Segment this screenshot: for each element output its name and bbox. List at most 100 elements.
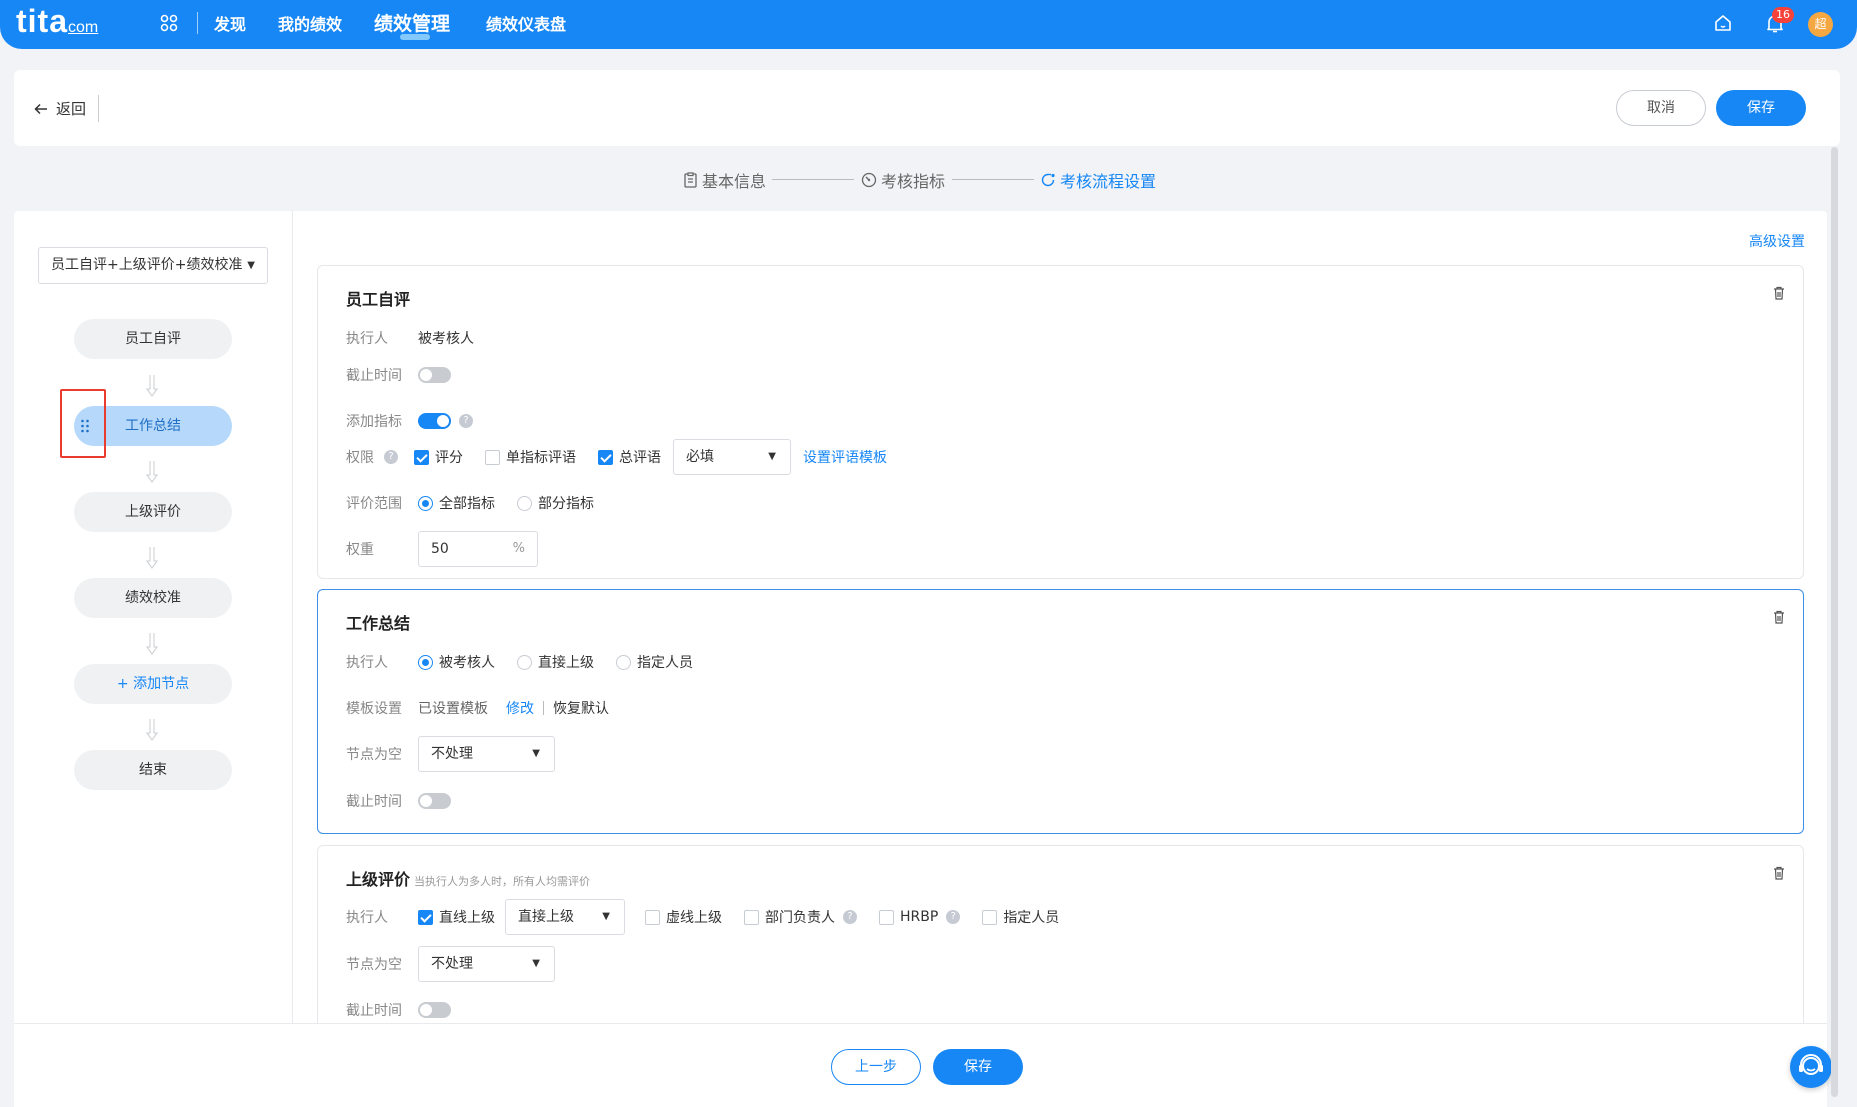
tita-logo[interactable]: titacom [16, 3, 98, 40]
direct-superior-checkbox[interactable]: 直线上级 [418, 907, 495, 927]
nav-discover[interactable]: 发现 [214, 11, 246, 35]
nav-dashboard[interactable]: 绩效仪表盘 [486, 11, 566, 35]
card-self-review: 员工自评 执行人 被考核人 截止时间 添加指标 ? 权限 ? 评分 单指标评语 … [317, 265, 1804, 579]
row-template: 模板设置 已设置模板 修改 恢复默认 [346, 690, 609, 726]
card-work-summary: 工作总结 执行人 被考核人 直接上级 指定人员 模板设置 已设置模板 修改 恢复… [317, 589, 1804, 834]
step-indicator: 基本信息 考核指标 考核流程设置 [0, 168, 1857, 192]
scope-all-radio[interactable]: 全部指标 [418, 493, 495, 513]
step-connector [772, 179, 854, 180]
header-separator [98, 95, 99, 122]
previous-step-button[interactable]: 上一步 [831, 1049, 921, 1085]
save-button[interactable]: 保存 [1716, 90, 1806, 126]
step-metrics[interactable]: 考核指标 [861, 168, 945, 192]
step-process-settings[interactable]: 考核流程设置 [1040, 168, 1156, 192]
add-metric-toggle[interactable] [418, 413, 451, 429]
scrollbar[interactable] [1831, 147, 1838, 1097]
deadline-toggle[interactable] [418, 1002, 451, 1018]
flow-node-self-review[interactable]: 员工自评 [74, 319, 232, 359]
trash-icon[interactable] [1773, 866, 1785, 880]
help-icon[interactable]: ? [384, 450, 398, 464]
perm-overall-comment-checkbox[interactable]: 总评语 [598, 447, 661, 467]
highlight-box [60, 389, 106, 458]
apps-icon[interactable] [160, 14, 178, 32]
cancel-button[interactable]: 取消 [1616, 90, 1706, 126]
executor-assessee-radio[interactable]: 被考核人 [418, 652, 495, 672]
footer-save-button[interactable]: 保存 [933, 1049, 1023, 1085]
dept-head-checkbox[interactable]: 部门负责人? [744, 907, 857, 927]
template-status: 已设置模板 [418, 701, 488, 717]
row-executor: 执行人 被考核人 直接上级 指定人员 [346, 644, 715, 680]
dotted-line-superior-checkbox[interactable]: 虚线上级 [645, 907, 722, 927]
help-icon[interactable]: ? [946, 910, 961, 924]
row-executor: 执行人 直线上级 直接上级 ▼ 虚线上级 部门负责人? HRBP? 指定人员 [346, 899, 1081, 935]
executor-designated-radio[interactable]: 指定人员 [616, 652, 693, 672]
empty-node-select[interactable]: 不处理 ▼ [418, 736, 555, 772]
card-title: 员工自评 [346, 290, 411, 309]
deadline-toggle[interactable] [418, 367, 451, 383]
restore-default-link[interactable]: 恢复默认 [553, 698, 609, 718]
flow-node-calibration[interactable]: 绩效校准 [74, 578, 232, 618]
avatar[interactable]: 超 [1808, 12, 1833, 37]
trash-icon[interactable] [1773, 610, 1785, 624]
arrow-down-icon [146, 461, 158, 483]
arrow-left-icon [34, 103, 47, 114]
advanced-settings-link[interactable]: 高级设置 [1749, 231, 1805, 251]
caret-down-icon: ▼ [247, 260, 255, 271]
active-nav-indicator [400, 34, 430, 40]
row-weight: 权重 50% [346, 531, 538, 567]
card-title: 上级评价 当执行人为多人时，所有人均需评价 [346, 870, 591, 889]
nav-my-performance[interactable]: 我的绩效 [278, 11, 342, 35]
help-icon[interactable]: ? [843, 910, 857, 924]
notification-badge: 16 [1772, 7, 1794, 23]
edit-template-link[interactable]: 修改 [506, 698, 534, 718]
deadline-toggle[interactable] [418, 793, 451, 809]
row-empty-node: 节点为空 不处理 ▼ [346, 736, 555, 772]
step-basic-info[interactable]: 基本信息 [683, 168, 766, 192]
link-separator [543, 701, 544, 715]
nav-separator [197, 12, 198, 34]
panel-divider [292, 211, 293, 1023]
help-icon[interactable]: ? [459, 414, 473, 428]
direct-superior-select[interactable]: 直接上级 ▼ [505, 899, 625, 935]
empty-node-select[interactable]: 不处理 ▼ [418, 946, 555, 982]
gauge-icon [861, 172, 877, 188]
scope-partial-radio[interactable]: 部分指标 [517, 493, 594, 513]
row-empty-node: 节点为空 不处理 ▼ [346, 946, 555, 982]
set-comment-template-link[interactable]: 设置评语模板 [803, 447, 887, 467]
home-icon[interactable] [1714, 14, 1732, 32]
back-button[interactable]: 返回 [34, 98, 86, 119]
arrow-down-icon [146, 547, 158, 569]
nav-performance-management[interactable]: 绩效管理 [374, 9, 450, 36]
flow-icon [1041, 173, 1055, 187]
row-scope: 评价范围 全部指标 部分指标 [346, 485, 616, 521]
card-superior-review: 上级评价 当执行人为多人时，所有人均需评价 执行人 直线上级 直接上级 ▼ 虚线上级… [317, 845, 1804, 1045]
perm-metric-comment-checkbox[interactable]: 单指标评语 [485, 447, 576, 467]
row-deadline: 截止时间 [346, 783, 451, 819]
row-executor: 执行人 被考核人 [346, 320, 474, 356]
customer-support-icon[interactable] [1790, 1046, 1832, 1088]
back-label: 返回 [56, 100, 87, 118]
trash-icon[interactable] [1773, 286, 1785, 300]
weight-input[interactable]: 50% [418, 531, 538, 567]
arrow-down-icon [146, 719, 158, 741]
top-navbar: titacom 发现 我的绩效 绩效管理 绩效仪表盘 16 超 [0, 0, 1857, 49]
step-connector [952, 179, 1034, 180]
hrbp-checkbox[interactable]: HRBP? [879, 909, 961, 925]
designated-person-checkbox[interactable]: 指定人员 [982, 907, 1059, 927]
add-node-button[interactable]: + 添加节点 [74, 664, 232, 704]
document-icon [684, 172, 697, 188]
executor-direct-superior-radio[interactable]: 直接上级 [517, 652, 594, 672]
row-permissions: 权限 ? 评分 单指标评语 总评语 必填 ▼ 设置评语模板 [346, 439, 887, 475]
flow-node-end[interactable]: 结束 [74, 750, 232, 790]
arrow-down-icon [146, 633, 158, 655]
row-add-metric: 添加指标 ? [346, 403, 473, 439]
perm-score-checkbox[interactable]: 评分 [414, 447, 463, 467]
flow-node-superior-review[interactable]: 上级评价 [74, 492, 232, 532]
card-note: 当执行人为多人时，所有人均需评价 [414, 875, 591, 888]
process-template-select[interactable]: 员工自评+上级评价+绩效校准 ▼ [38, 247, 268, 284]
caret-down-icon: ▼ [532, 958, 540, 969]
card-title: 工作总结 [346, 614, 411, 633]
footer-bar: 上一步 保存 [14, 1023, 1827, 1107]
comment-required-select[interactable]: 必填 ▼ [673, 439, 791, 475]
arrow-down-icon [146, 375, 158, 397]
